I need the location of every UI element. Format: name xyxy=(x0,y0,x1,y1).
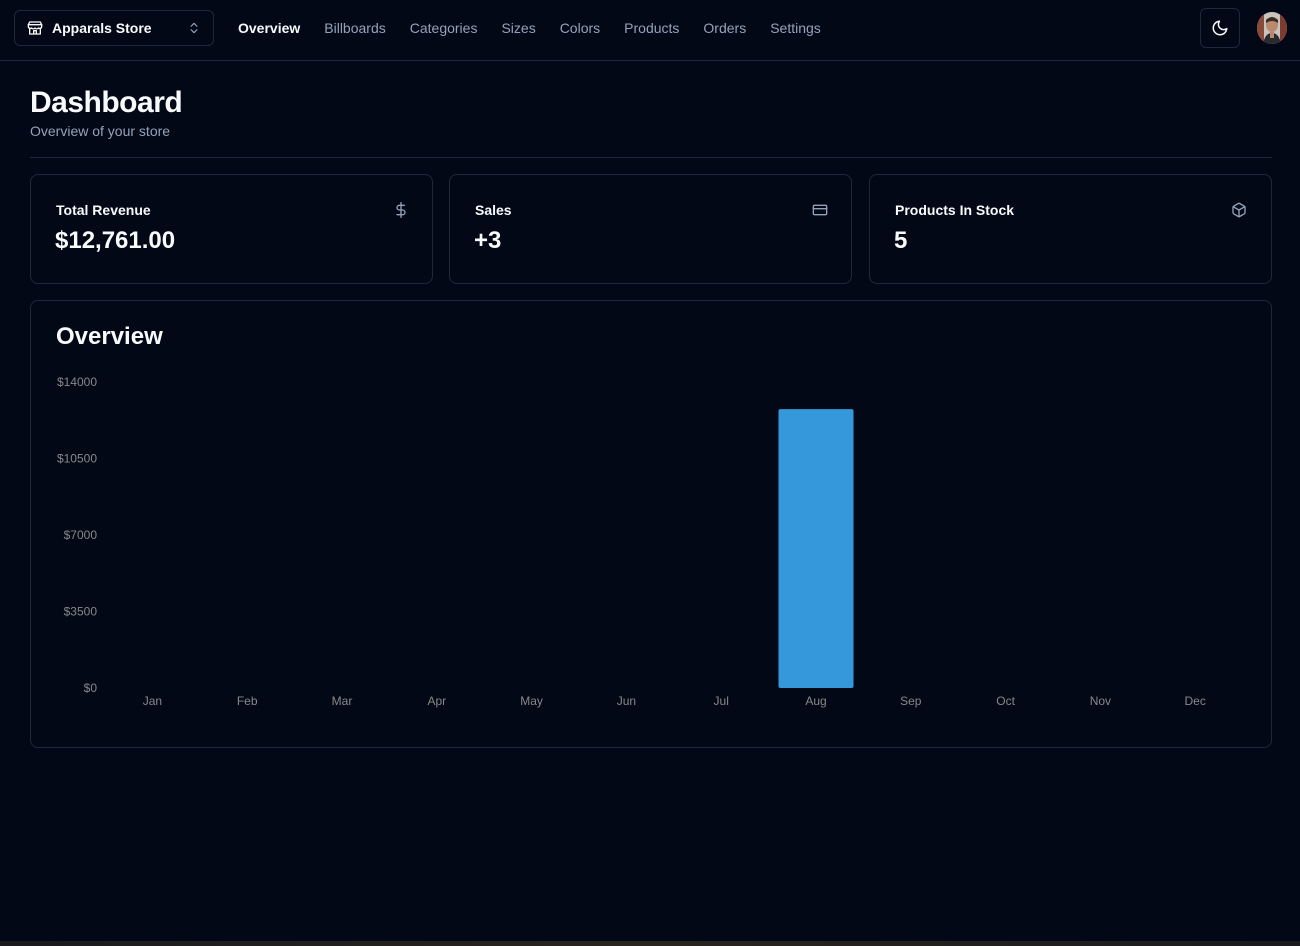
page-subtitle: Overview of your store xyxy=(30,123,171,139)
store-name: Apparals Store xyxy=(52,20,152,36)
stat-card-products-in-stock: Products In Stock 5 xyxy=(869,174,1272,284)
store-icon xyxy=(27,20,43,36)
nav-link-colors[interactable]: Colors xyxy=(560,20,600,36)
overview-bar-chart: $0 $3500 $7000 $10500 $14000 Jan Feb Mar Apr May J… xyxy=(57,375,1206,708)
stat-value: +3 xyxy=(474,227,502,254)
theme-toggle-button[interactable] xyxy=(1200,8,1240,48)
x-tick-label: Sep xyxy=(900,694,922,708)
stat-title: Products In Stock xyxy=(895,202,1015,218)
x-tick-label: Dec xyxy=(1185,694,1206,708)
nav-link-categories[interactable]: Categories xyxy=(410,20,478,36)
nav-link-products[interactable]: Products xyxy=(624,20,679,36)
credit-card-icon xyxy=(812,202,828,218)
nav-link-sizes[interactable]: Sizes xyxy=(501,20,535,36)
x-tick-label: Nov xyxy=(1090,694,1111,708)
x-tick-label: Jul xyxy=(714,694,729,708)
stat-title: Sales xyxy=(475,202,512,218)
window-bottom-edge xyxy=(0,941,1300,946)
x-tick-label: Jan xyxy=(143,694,162,708)
nav-link-orders[interactable]: Orders xyxy=(703,20,746,36)
chevrons-up-down-icon xyxy=(187,21,201,35)
top-navbar: Apparals Store Overview Billboards Categ… xyxy=(0,0,1300,61)
y-tick-label: $10500 xyxy=(57,452,97,466)
x-tick-label: Aug xyxy=(805,694,826,708)
nav-link-overview[interactable]: Overview xyxy=(238,20,300,36)
stat-value: $12,761.00 xyxy=(55,227,176,254)
y-tick-label: $14000 xyxy=(57,375,97,389)
moon-icon xyxy=(1211,19,1229,37)
x-tick-label: Jun xyxy=(617,694,636,708)
x-tick-label: Apr xyxy=(427,694,446,708)
store-switcher[interactable]: Apparals Store xyxy=(14,10,214,46)
y-tick-label: $3500 xyxy=(64,605,98,619)
y-tick-label: $0 xyxy=(84,681,98,695)
stat-title: Total Revenue xyxy=(56,202,151,218)
stat-value: 5 xyxy=(894,227,908,254)
package-icon xyxy=(1231,202,1247,218)
separator xyxy=(30,157,1272,158)
bar-aug[interactable] xyxy=(778,409,854,688)
x-tick-label: Feb xyxy=(237,694,258,708)
page-title: Dashboard xyxy=(30,86,183,119)
dollar-icon xyxy=(393,202,409,218)
main-nav: Overview Billboards Categories Sizes Col… xyxy=(238,0,845,56)
x-tick-label: May xyxy=(520,694,543,708)
overview-card: Overview $0 $3500 $7000 $10500 $14000 Jan Feb M… xyxy=(30,300,1272,748)
nav-link-billboards[interactable]: Billboards xyxy=(324,20,385,36)
stat-card-total-revenue: Total Revenue $12,761.00 xyxy=(30,174,433,284)
user-avatar[interactable] xyxy=(1257,12,1287,44)
stat-card-sales: Sales +3 xyxy=(449,174,852,284)
x-tick-label: Oct xyxy=(996,694,1015,708)
nav-link-settings[interactable]: Settings xyxy=(770,20,821,36)
x-tick-label: Mar xyxy=(332,694,353,708)
y-tick-label: $7000 xyxy=(64,528,98,542)
